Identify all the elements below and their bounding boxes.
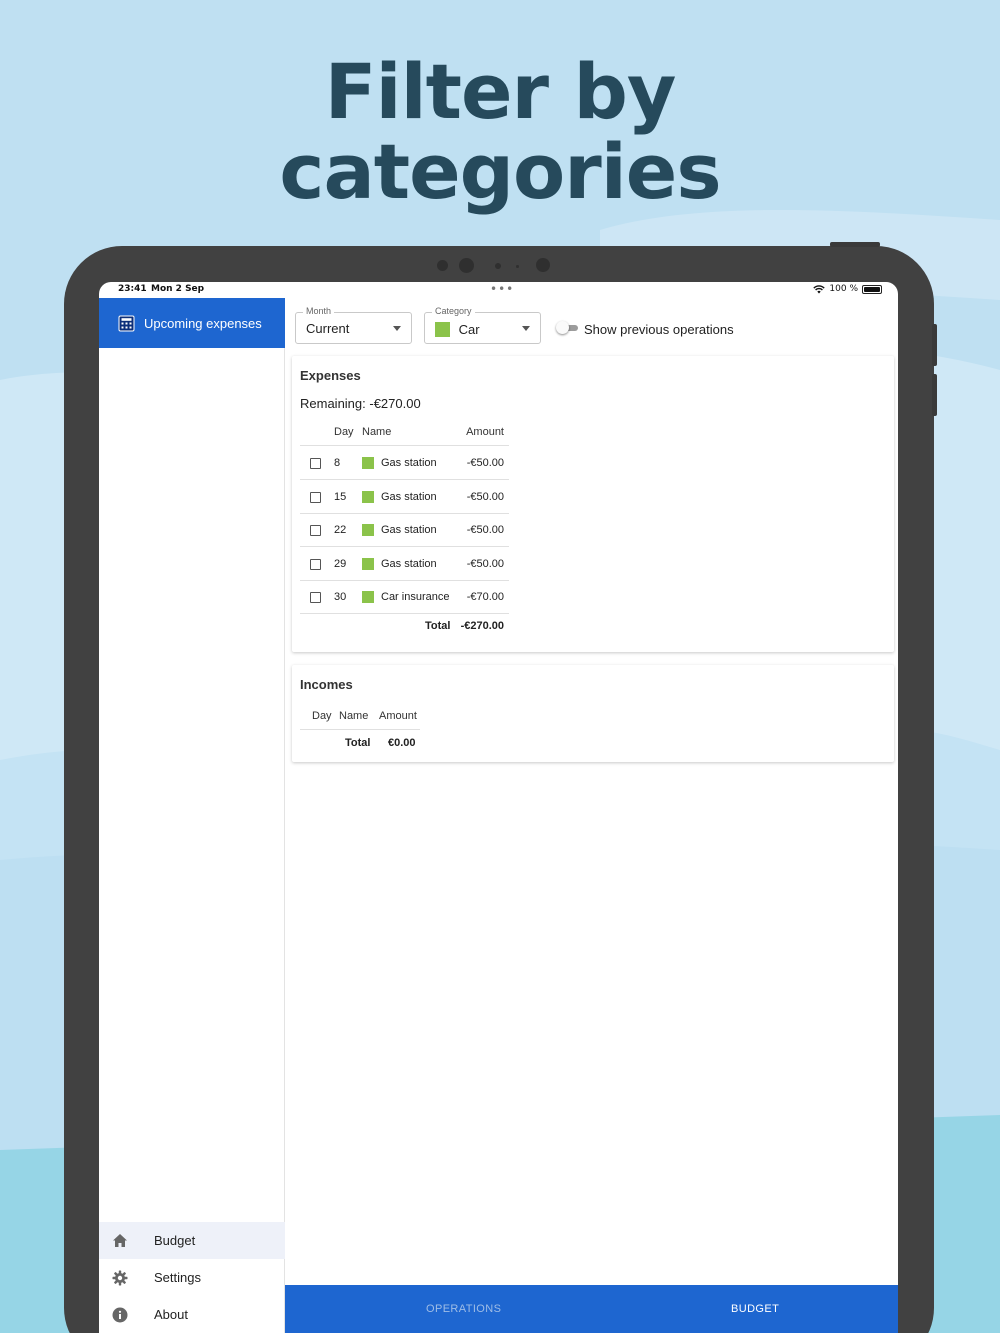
incomes-title: Incomes	[300, 677, 353, 692]
remaining-amount: Remaining: -€270.00	[300, 396, 421, 411]
show-previous-label: Show previous operations	[584, 322, 734, 337]
home-icon	[111, 1232, 129, 1250]
row-amount: -€50.00	[466, 457, 504, 469]
row-checkbox[interactable]	[310, 592, 321, 603]
column-header-amount: Amount	[379, 710, 417, 722]
tablet-volume-down	[932, 374, 937, 416]
camera-dot-3	[516, 265, 519, 268]
table-row: 30 Car insurance -€70.00	[300, 580, 509, 613]
camera-dot-1	[437, 260, 448, 271]
wifi-icon	[813, 284, 826, 293]
headline-line-2: categories	[279, 127, 721, 216]
row-divider	[300, 613, 509, 614]
row-amount: -€70.00	[466, 591, 504, 603]
row-day: 8	[334, 457, 341, 469]
row-day: 15	[334, 491, 347, 503]
calculator-icon	[118, 315, 135, 331]
incomes-table: Day Name Amount Total €0.00	[300, 710, 420, 752]
expenses-title: Expenses	[300, 368, 361, 383]
camera-sensor	[536, 258, 550, 272]
header-divider	[300, 729, 420, 730]
chevron-down-icon	[393, 326, 401, 331]
row-day: 22	[334, 524, 347, 536]
column-header-amount: Amount	[466, 426, 504, 438]
row-checkbox[interactable]	[310, 492, 321, 503]
category-color-swatch	[362, 491, 374, 503]
category-value-wrap: Car	[435, 321, 480, 338]
expenses-card: Expenses Remaining: -€270.00 Day Name Am…	[292, 356, 894, 652]
table-row: 8 Gas station -€50.00	[300, 446, 509, 479]
category-color-swatch	[435, 322, 450, 338]
tab-operations[interactable]: OPERATIONS	[426, 1303, 501, 1315]
column-header-day: Day	[334, 426, 354, 438]
month-legend: Month	[303, 306, 335, 316]
table-row: 22 Gas station -€50.00	[300, 513, 509, 546]
row-amount: -€50.00	[466, 558, 504, 570]
table-row: 29 Gas station -€50.00	[300, 547, 509, 580]
month-select[interactable]: Month Current	[295, 306, 412, 344]
sidebar-item-settings[interactable]: Settings	[99, 1259, 285, 1296]
tablet-top-button	[830, 242, 880, 247]
tab-budget[interactable]: BUDGET	[731, 1303, 779, 1315]
chevron-down-icon	[522, 326, 530, 331]
toggle-thumb	[556, 321, 569, 334]
camera-dot-2	[495, 263, 501, 269]
total-label: Total	[425, 620, 451, 632]
sidebar-item-upcoming-expenses[interactable]: Upcoming expenses	[99, 298, 285, 348]
total-label: Total	[345, 737, 371, 749]
total-value: €0.00	[388, 737, 416, 749]
sidebar-item-label: Upcoming expenses	[144, 315, 262, 331]
tablet-volume-up	[932, 324, 937, 366]
headline-line-1: Filter by	[324, 47, 677, 136]
table-row: 15 Gas station -€50.00	[300, 480, 509, 513]
month-value: Current	[306, 321, 350, 336]
row-amount: -€50.00	[466, 524, 504, 536]
camera-lens	[459, 258, 474, 273]
sidebar: Upcoming expenses Budget Settings About	[99, 298, 285, 1333]
category-legend: Category	[432, 306, 475, 316]
row-checkbox[interactable]	[310, 458, 321, 469]
row-day: 30	[334, 591, 347, 603]
sidebar-bottom-menu: Budget Settings About	[99, 1222, 285, 1333]
column-header-name: Name	[339, 710, 369, 722]
info-icon	[111, 1306, 129, 1324]
incomes-card: Incomes Day Name Amount Total €0.00	[292, 665, 894, 762]
status-right: 100 %	[813, 284, 882, 294]
row-checkbox[interactable]	[310, 525, 321, 536]
column-header-day: Day	[312, 710, 332, 722]
category-value: Car	[458, 322, 480, 338]
sidebar-item-label: Budget	[154, 1233, 196, 1248]
sidebar-item-label: Settings	[154, 1270, 201, 1285]
status-bar: 23:41 Mon 2 Sep ••• 100 %	[99, 282, 898, 298]
bottom-navigation: OPERATIONS BUDGET	[285, 1285, 898, 1333]
row-name: Gas station	[381, 524, 437, 536]
category-color-swatch	[362, 524, 374, 536]
app-screen: 23:41 Mon 2 Sep ••• 100 % Upcoming expen…	[99, 282, 898, 1333]
total-value: -€270.00	[460, 620, 504, 632]
row-name: Car insurance	[381, 591, 450, 603]
category-color-swatch	[362, 558, 374, 570]
battery-percent: 100 %	[829, 284, 858, 294]
sidebar-item-budget[interactable]: Budget	[99, 1222, 285, 1259]
row-name: Gas station	[381, 457, 437, 469]
status-date: Mon 2 Sep	[151, 284, 205, 294]
multitasking-dots[interactable]: •••	[490, 282, 514, 296]
sidebar-item-label: About	[154, 1307, 188, 1322]
gear-icon	[111, 1269, 129, 1287]
expenses-table: Day Name Amount 8 Gas station -€50.00 15…	[300, 426, 509, 632]
battery-icon	[862, 284, 882, 294]
row-name: Gas station	[381, 558, 437, 570]
sidebar-item-about[interactable]: About	[99, 1296, 285, 1333]
category-color-swatch	[362, 457, 374, 469]
status-time: 23:41	[118, 284, 147, 294]
row-day: 29	[334, 558, 347, 570]
headline: Filter by categories	[0, 52, 1000, 212]
category-color-swatch	[362, 591, 374, 603]
row-amount: -€50.00	[466, 491, 504, 503]
category-select[interactable]: Category Car	[424, 306, 541, 344]
row-name: Gas station	[381, 491, 437, 503]
show-previous-toggle[interactable]	[556, 321, 578, 334]
column-header-name: Name	[362, 426, 392, 438]
row-checkbox[interactable]	[310, 559, 321, 570]
